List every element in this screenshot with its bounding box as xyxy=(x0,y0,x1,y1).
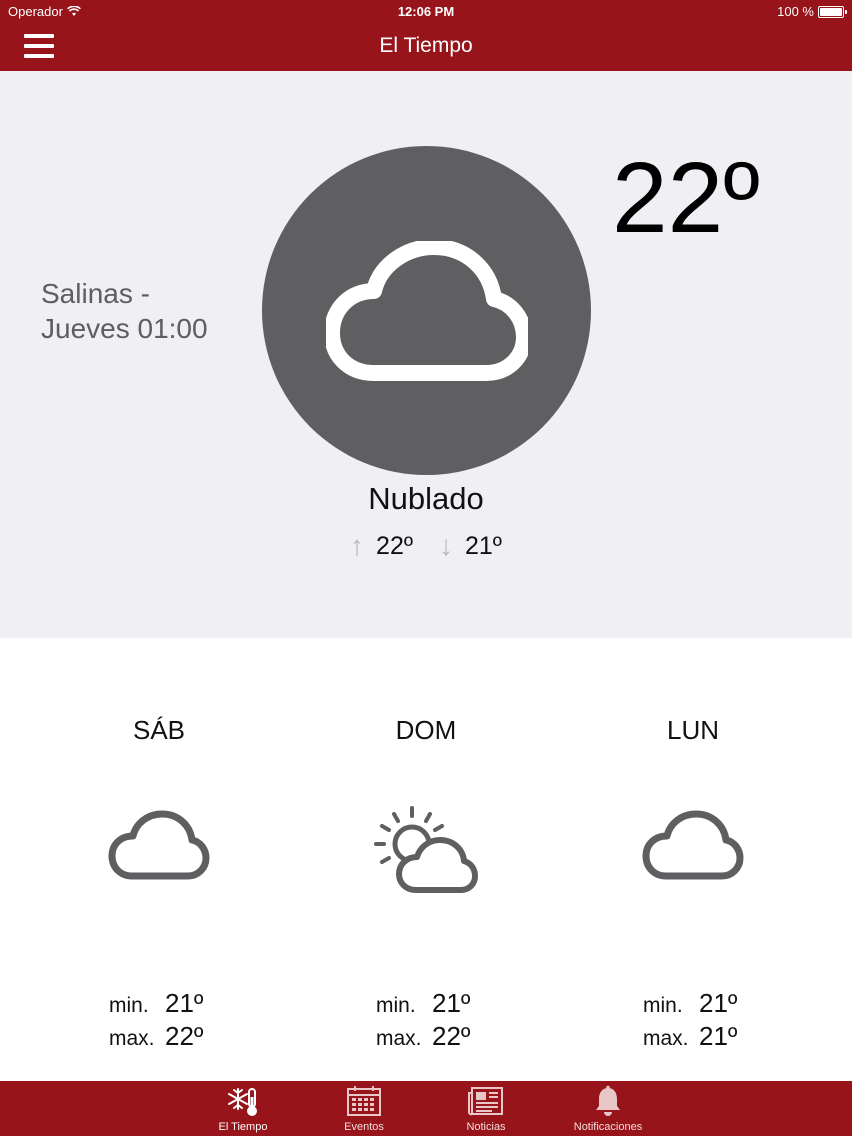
current-temperature: 22º xyxy=(612,142,760,254)
min-label: min. xyxy=(109,994,149,1017)
battery-fill xyxy=(820,7,842,16)
page-title: El Tiempo xyxy=(379,34,473,57)
tab-bar: El Tiempo Eventos Noticias Notificacione… xyxy=(0,1081,852,1136)
bell-icon xyxy=(596,1085,620,1116)
min-temperature: 21º xyxy=(432,988,471,1018)
calendar-icon xyxy=(347,1086,381,1116)
battery: 100 % xyxy=(777,4,847,19)
high-low-row: ↑ 22º ↓ 21º xyxy=(0,530,852,562)
forecast-day: LUN min. 21º max. 21º xyxy=(551,638,835,1081)
tab-label: El Tiempo xyxy=(218,1121,268,1133)
cloud-icon xyxy=(642,810,744,880)
status-bar: Operador 12:06 PM 100 % xyxy=(0,0,852,24)
tab-notificaciones[interactable]: Notificaciones xyxy=(553,1081,663,1136)
max-temperature: 22º xyxy=(432,1021,471,1051)
forecast-day-name: LUN xyxy=(666,715,719,745)
cloud-icon xyxy=(108,810,210,880)
max-label: max. xyxy=(643,1027,689,1050)
min-label: min. xyxy=(376,994,416,1017)
arrow-down-icon: ↓ xyxy=(439,530,453,561)
arrow-up-icon: ↑ xyxy=(350,530,365,561)
location-line: Salinas - xyxy=(41,278,150,309)
forecast-day: SÁB min. 21º max. 22º xyxy=(17,638,301,1081)
navigation-bar: El Tiempo xyxy=(0,24,852,71)
battery-percent: 100 % xyxy=(777,4,814,19)
high-temperature: 22º xyxy=(376,531,413,560)
tab-label: Noticias xyxy=(466,1121,506,1133)
location-label: Salinas - Jueves 01:00 xyxy=(41,276,208,346)
current-weather-panel: Salinas - Jueves 01:00 22º Nublado ↑ 22º… xyxy=(0,71,852,638)
max-temperature: 22º xyxy=(165,1021,204,1051)
min-temperature: 21º xyxy=(699,988,738,1018)
tab-eventos[interactable]: Eventos xyxy=(309,1081,419,1136)
newspaper-icon xyxy=(468,1087,503,1116)
partly-cloudy-icon xyxy=(374,806,478,893)
min-label: min. xyxy=(643,994,683,1017)
tab-label: Notificaciones xyxy=(573,1121,643,1133)
condition-label: Nublado xyxy=(368,481,484,516)
forecast-day: DOM min. 21º max. 22º xyxy=(284,638,568,1081)
date-time-line: Jueves 01:00 xyxy=(41,313,208,344)
current-condition-circle xyxy=(262,146,591,475)
max-label: max. xyxy=(109,1027,155,1050)
low-temperature: 21º xyxy=(465,531,502,560)
max-temperature: 21º xyxy=(699,1021,738,1051)
weather-thermometer-icon xyxy=(228,1088,257,1116)
forecast-day-name: DOM xyxy=(395,715,457,745)
tab-noticias[interactable]: Noticias xyxy=(431,1081,541,1136)
min-temperature: 21º xyxy=(165,988,204,1018)
status-time: 12:06 PM xyxy=(397,4,455,19)
cloud-icon xyxy=(326,241,528,381)
forecast-day-name: SÁB xyxy=(132,715,186,745)
max-label: max. xyxy=(376,1027,422,1050)
tab-el-tiempo[interactable]: El Tiempo xyxy=(188,1081,298,1136)
tab-label: Eventos xyxy=(344,1121,384,1133)
battery-icon xyxy=(818,5,847,18)
forecast-section: SÁB min. 21º max. 22º DOM min. 21º max. … xyxy=(0,638,852,1081)
